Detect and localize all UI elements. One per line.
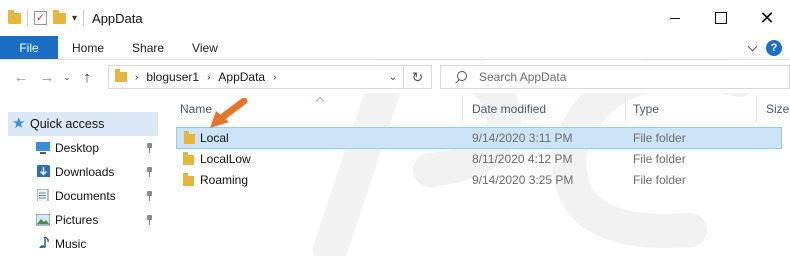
column-divider[interactable] (625, 96, 626, 122)
search-input[interactable]: Search AppData (440, 65, 790, 89)
column-divider[interactable] (756, 96, 757, 122)
sidebar-item-label: Downloads (55, 165, 115, 179)
file-name: Local (200, 131, 229, 145)
pin-icon[interactable] (146, 143, 154, 153)
window-controls: ✕ (652, 0, 790, 36)
up-button[interactable]: ↑ (74, 65, 100, 89)
sidebar-item-music[interactable]: Music (0, 232, 160, 256)
search-placeholder: Search AppData (479, 70, 567, 84)
column-header-date-modified[interactable]: Date modified (472, 96, 546, 122)
sidebar-item-documents[interactable]: Documents (0, 184, 160, 208)
search-icon (455, 71, 467, 83)
pin-icon[interactable] (146, 167, 154, 177)
annotation-arrow-icon (210, 98, 248, 128)
file-date-modified: 9/14/2020 3:25 PM (472, 173, 574, 187)
folder-icon (183, 173, 194, 186)
new-folder-icon[interactable] (53, 9, 66, 24)
column-headers: Name Date modified Type Size (168, 96, 790, 122)
back-button[interactable]: ← (8, 65, 34, 89)
file-row-roaming[interactable]: Roaming 9/14/2020 3:25 PM File folder (176, 170, 782, 192)
ribbon-tabs: File Home Share View ? (0, 36, 790, 60)
file-name: LocalLow (200, 152, 251, 166)
ribbon-right-controls: ? (748, 36, 782, 60)
column-header-size[interactable]: Size (766, 96, 789, 122)
address-dropdown-icon[interactable]: ⌄ (382, 65, 404, 89)
help-icon[interactable]: ? (766, 40, 782, 56)
sidebar-item-desktop[interactable]: Desktop (0, 136, 160, 160)
file-type: File folder (633, 152, 686, 166)
maximize-button[interactable] (698, 0, 744, 36)
toolbar-divider (83, 10, 85, 26)
breadcrumb-separator: › (273, 71, 277, 83)
column-divider[interactable] (462, 96, 463, 122)
expand-ribbon-chevron-icon[interactable] (748, 43, 758, 53)
forward-button[interactable]: → (34, 65, 60, 89)
downloads-icon (37, 165, 50, 177)
breadcrumb-separator: › (135, 71, 139, 83)
properties-check-icon[interactable]: ✓ (34, 11, 47, 25)
close-button[interactable]: ✕ (744, 0, 790, 36)
sidebar-item-pictures[interactable]: Pictures (0, 208, 160, 232)
file-name: Roaming (200, 173, 249, 187)
window-title: AppData (92, 10, 143, 26)
breadcrumb-appdata[interactable]: AppData (218, 70, 265, 84)
customize-down-icon[interactable]: ▾ (72, 13, 77, 24)
sidebar-item-label: Music (55, 237, 87, 251)
file-type: File folder (633, 131, 686, 145)
toolbar-divider (27, 10, 28, 26)
sidebar-item-quick-access[interactable]: ★ Quick access (8, 112, 158, 136)
breadcrumb-separator: › (207, 71, 211, 83)
refresh-button[interactable]: ↻ (404, 65, 432, 89)
file-row-local[interactable]: Local 9/14/2020 3:11 PM File folder (176, 127, 782, 149)
folder-icon (184, 131, 195, 144)
file-date-modified: 8/11/2020 4:12 PM (472, 152, 573, 166)
sidebar-item-label: Quick access (30, 117, 105, 131)
file-type: File folder (633, 173, 686, 187)
file-row-locallow[interactable]: LocalLow 8/11/2020 4:12 PM File folder (176, 149, 782, 171)
folder-icon (115, 69, 127, 82)
sidebar-item-label: Pictures (55, 213, 99, 227)
tab-home[interactable]: Home (58, 36, 118, 59)
sidebar-item-label: Desktop (55, 141, 100, 155)
pin-icon[interactable] (146, 191, 154, 201)
tab-view[interactable]: View (178, 36, 232, 59)
star-icon: ★ (12, 115, 26, 132)
minimize-button[interactable] (652, 0, 698, 36)
sidebar-item-label: Documents (55, 189, 116, 203)
folder-icon (183, 152, 194, 165)
pictures-icon (36, 214, 50, 226)
tab-share[interactable]: Share (118, 36, 178, 59)
tab-file[interactable]: File (0, 36, 58, 59)
address-bar[interactable]: › bloguser1 › AppData › (108, 65, 404, 89)
pin-icon[interactable] (146, 215, 154, 225)
sidebar-item-downloads[interactable]: Downloads (0, 160, 160, 184)
folder-icon (8, 9, 21, 24)
breadcrumb-bloguser1[interactable]: bloguser1 (146, 70, 199, 84)
music-icon (39, 236, 49, 248)
navigation-bar: ← → ⌄ ↑ › bloguser1 › AppData › ⌄ ↻ Sear… (0, 61, 790, 93)
quick-access-toolbar: ✓ ▾ (0, 0, 85, 36)
documents-icon (37, 189, 49, 201)
recent-locations-chevron-icon[interactable]: ⌄ (60, 65, 74, 89)
file-date-modified: 9/14/2020 3:11 PM (472, 131, 573, 145)
navigation-pane: ★ Quick access Desktop Downloads Documen… (0, 100, 168, 256)
column-header-type[interactable]: Type (633, 96, 659, 122)
sort-chevron-icon (316, 96, 324, 102)
title-bar: ✓ ▾ AppData ✕ (0, 0, 790, 36)
desktop-icon (36, 142, 50, 154)
